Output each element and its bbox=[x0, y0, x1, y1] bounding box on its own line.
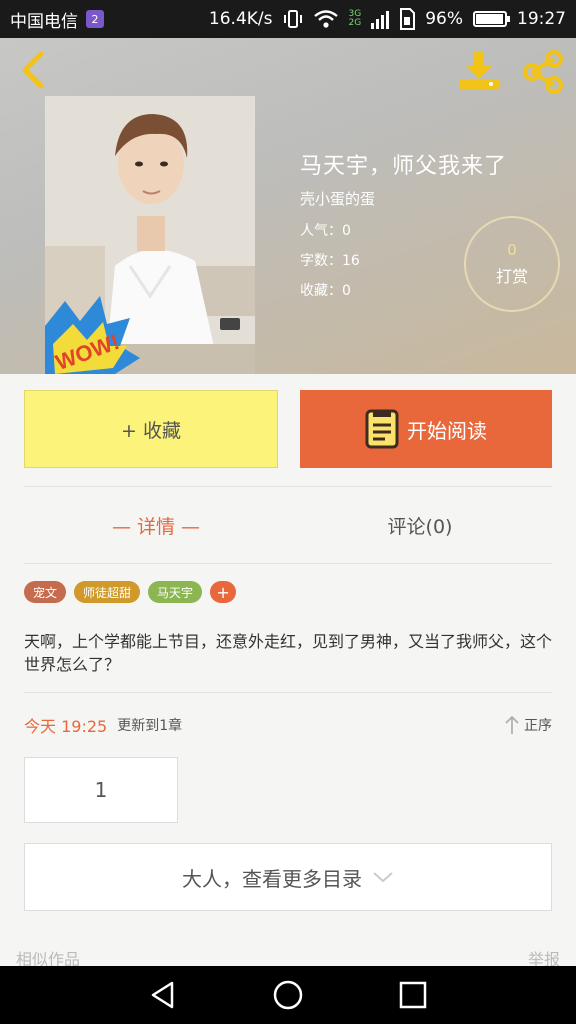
back-arrow-icon[interactable] bbox=[14, 50, 54, 90]
tag-list: 宠文 师徒超甜 马天宇 + bbox=[24, 581, 237, 603]
collect-button[interactable]: + 收藏 bbox=[24, 390, 278, 468]
start-reading-button[interactable]: 开始阅读 bbox=[300, 390, 552, 468]
book-icon bbox=[365, 409, 399, 449]
divider bbox=[24, 486, 552, 487]
reward-button[interactable]: 0 打赏 bbox=[464, 216, 560, 312]
book-header: WOW! 马天宇，师父我来了 壳小蛋的蛋 人气：0 字数：16 收藏：0 0 打… bbox=[0, 38, 576, 374]
tab-detail[interactable]: — 详情 — bbox=[24, 505, 288, 545]
network-type: 3G 2G bbox=[348, 9, 362, 28]
chapter-number: 1 bbox=[94, 778, 108, 802]
status-bar: 中国电信 2 16.4K/s 3G 2G 96% 19:27 bbox=[0, 0, 576, 38]
add-tag-button[interactable]: + bbox=[210, 581, 237, 603]
vibrate-icon bbox=[283, 10, 302, 28]
tab-comment[interactable]: 评论(0) bbox=[288, 505, 552, 545]
reward-count: 0 bbox=[507, 241, 517, 259]
nav-recents-button[interactable] bbox=[393, 975, 433, 1015]
book-cover[interactable]: WOW! bbox=[45, 96, 255, 374]
collect-label: + 收藏 bbox=[121, 419, 181, 442]
clock: 19:27 bbox=[517, 9, 566, 29]
divider bbox=[24, 563, 552, 564]
update-time: 今天 19:25 bbox=[24, 717, 108, 736]
tag-item[interactable]: 宠文 bbox=[24, 581, 67, 603]
chapter-item[interactable]: 1 bbox=[24, 757, 178, 823]
cover-illustration: WOW! bbox=[45, 96, 255, 374]
book-title: 马天宇，师父我来了 bbox=[300, 154, 508, 179]
wifi-icon bbox=[313, 10, 338, 28]
battery-percent: 96% bbox=[425, 9, 463, 29]
sort-order-label: 正序 bbox=[524, 718, 552, 734]
sort-order-button[interactable]: 正序 bbox=[504, 715, 552, 735]
nav-home-button[interactable] bbox=[268, 975, 308, 1015]
more-catalog-button[interactable]: 大人，查看更多目录 bbox=[24, 843, 552, 911]
triangle-back-icon bbox=[151, 981, 173, 1009]
popularity-stat: 人气：0 bbox=[300, 223, 351, 239]
network-speed: 16.4K/s bbox=[208, 9, 273, 29]
share-icon[interactable] bbox=[520, 50, 566, 94]
author-name[interactable]: 壳小蛋的蛋 bbox=[300, 188, 375, 209]
tag-item[interactable]: 马天宇 bbox=[148, 581, 203, 603]
book-description: 天啊，上个学都能上节目，还意外走红，见到了男神，又当了我师父，这个世界怎么了？ bbox=[24, 632, 553, 674]
more-catalog-label: 大人，查看更多目录 bbox=[182, 866, 362, 891]
reward-label: 打赏 bbox=[495, 267, 528, 286]
battery-icon bbox=[473, 11, 510, 27]
circle-home-icon bbox=[273, 980, 303, 1010]
arrow-up-icon bbox=[505, 715, 519, 734]
sim-badge: 2 bbox=[86, 10, 104, 28]
update-info: 今天 19:25 更新到1章 正序 bbox=[24, 712, 552, 738]
system-nav-bar bbox=[0, 966, 576, 1024]
tag-item[interactable]: 师徒超甜 bbox=[74, 581, 141, 603]
chevron-down-icon bbox=[373, 872, 393, 883]
word-count-stat: 字数：16 bbox=[300, 253, 360, 269]
signal-icon bbox=[371, 11, 390, 29]
square-recents-icon bbox=[400, 981, 427, 1009]
sim-status-icon bbox=[400, 8, 416, 30]
download-icon[interactable] bbox=[456, 50, 502, 90]
favorites-stat: 收藏：0 bbox=[300, 283, 351, 299]
nav-back-button[interactable] bbox=[143, 975, 183, 1015]
divider bbox=[24, 692, 552, 693]
update-status: 更新到1章 bbox=[117, 718, 183, 734]
carrier-name: 中国电信 bbox=[10, 11, 78, 32]
start-reading-label: 开始阅读 bbox=[407, 418, 487, 443]
